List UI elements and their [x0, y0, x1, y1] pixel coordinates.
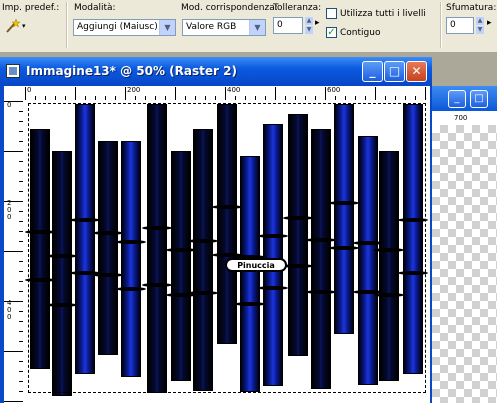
ruler-tick: [19, 271, 23, 272]
ruler-tick: [19, 371, 23, 372]
ruler-tick: [175, 87, 176, 100]
feather-value: 0: [450, 20, 456, 30]
feather-input[interactable]: 0: [446, 17, 474, 34]
contiguous-checkbox[interactable]: ✓: [326, 27, 337, 38]
spin-down-icon[interactable]: ▼: [305, 26, 313, 34]
background-window-titlebar[interactable]: _ □: [432, 86, 497, 111]
ruler-tick: [19, 111, 23, 112]
chevron-down-icon[interactable]: ▼: [159, 20, 175, 35]
transparency-checkerboard: [432, 125, 497, 403]
chevron-down-icon[interactable]: ▼: [249, 20, 265, 35]
ruler-tick: [19, 241, 23, 242]
minimize-icon[interactable]: _: [448, 90, 466, 108]
ruler-label: 2 0 0: [7, 199, 12, 221]
image-document-icon: [6, 64, 20, 78]
ruler-tick: [19, 331, 23, 332]
ruler-tick: [325, 87, 326, 100]
ruler-tick: [4, 401, 23, 402]
background-image-window[interactable]: _ □ 700: [432, 86, 497, 403]
maximize-icon[interactable]: □: [470, 90, 488, 108]
ruler-tick: [19, 191, 23, 192]
preset-label: Imp. predef.:: [2, 3, 60, 13]
ruler-tick: [375, 87, 376, 100]
ruler-label: 200: [127, 86, 141, 94]
ruler-tick: [19, 211, 23, 212]
ruler-tick: [225, 87, 226, 100]
tolerance-input[interactable]: 0: [273, 17, 303, 34]
match-mode-select[interactable]: Valore RGB ▼: [182, 19, 266, 36]
selection-marquee: [28, 103, 426, 393]
tolerance-value: 0: [277, 20, 283, 30]
feather-slider-icon[interactable]: ▸: [487, 18, 492, 28]
ruler-label: 600: [327, 86, 341, 94]
ruler-corner: [4, 86, 24, 100]
ruler-tick: [19, 321, 23, 322]
mode-select[interactable]: Aggiungi (Maiusc) ▼: [73, 19, 176, 36]
ruler-tick: [19, 231, 23, 232]
ruler-tick: [4, 251, 23, 252]
window-title: Immagine13* @ 50% (Raster 2): [26, 64, 237, 78]
spin-down-icon[interactable]: ▼: [476, 26, 484, 34]
ruler-label: 700: [454, 114, 468, 122]
ruler-tick: [19, 281, 23, 282]
ruler-label: 0: [27, 86, 32, 94]
separator: [440, 2, 442, 48]
ruler-label: 400: [227, 86, 241, 94]
ruler-tick: [4, 301, 23, 302]
all-layers-label: Utilizza tutti i livelli: [340, 9, 426, 19]
tolerance-slider-icon[interactable]: ▸: [315, 18, 320, 28]
background-window-ruler: 700: [432, 111, 497, 126]
ruler-tick: [19, 261, 23, 262]
ruler-tick: [19, 131, 23, 132]
preset-dropdown-icon[interactable]: ▾: [22, 22, 26, 30]
tolerance-label: Tolleranza:: [273, 3, 322, 13]
close-icon[interactable]: ✕: [406, 61, 427, 82]
ruler-tick: [125, 87, 126, 100]
magic-wand-icon[interactable]: [4, 18, 21, 34]
contiguous-label: Contiguo: [340, 28, 381, 38]
horizontal-ruler: 0 200 400 600: [24, 86, 430, 101]
ruler-tick: [4, 201, 23, 202]
ruler-tick: [4, 151, 23, 152]
ruler-label: 4 0 0: [7, 299, 12, 321]
ruler-tick: [19, 391, 23, 392]
mode-select-value: Aggiungi (Maiusc): [77, 22, 158, 32]
separator: [66, 2, 68, 48]
vertical-ruler: 0 2 0 0 4 0 0: [4, 100, 25, 403]
ruler-tick: [19, 221, 23, 222]
ruler-tick: [4, 101, 23, 102]
ruler-tick: [19, 311, 23, 312]
ruler-tick: [19, 161, 23, 162]
maximize-icon[interactable]: □: [384, 61, 405, 82]
minimize-icon[interactable]: _: [362, 61, 383, 82]
ruler-tick: [19, 381, 23, 382]
feather-label: Sfumatura:: [446, 3, 497, 13]
ruler-tick: [275, 87, 276, 100]
match-mode-value: Valore RGB: [186, 22, 237, 32]
spin-up-icon[interactable]: ▲: [476, 17, 484, 25]
watermark-label: Pinuccia: [225, 258, 287, 272]
match-mode-label: Mod. corrispondenza:: [181, 3, 278, 13]
ruler-tick: [19, 121, 23, 122]
ruler-tick: [19, 361, 23, 362]
ruler-tick: [19, 171, 23, 172]
all-layers-checkbox[interactable]: [326, 8, 337, 19]
ruler-tick: [19, 181, 23, 182]
ruler-label: 0: [7, 101, 12, 109]
image-canvas[interactable]: Pinuccia: [24, 100, 430, 403]
ruler-tick: [19, 291, 23, 292]
mode-label: Modalità:: [74, 3, 116, 13]
spin-up-icon[interactable]: ▲: [305, 17, 313, 25]
ruler-tick: [25, 87, 26, 100]
ruler-tick: [19, 141, 23, 142]
image-window-titlebar[interactable]: Immagine13* @ 50% (Raster 2) _ □ ✕: [0, 57, 432, 86]
image-window[interactable]: Immagine13* @ 50% (Raster 2) _ □ ✕ 0 200…: [0, 57, 432, 403]
tool-options-bar: Imp. predef.: ▾ Modalità: Aggiungi (Maiu…: [0, 0, 497, 53]
ruler-tick: [75, 87, 76, 100]
ruler-tick: [4, 351, 23, 352]
ruler-tick: [425, 87, 426, 100]
ruler-tick: [19, 341, 23, 342]
